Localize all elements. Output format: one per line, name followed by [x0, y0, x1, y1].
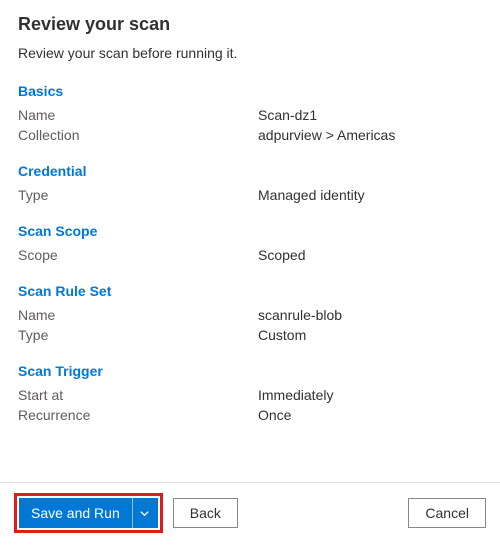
- row-trigger-start: Start at Immediately: [18, 385, 482, 405]
- label-ruleset-name: Name: [18, 307, 258, 323]
- section-heading-scope: Scan Scope: [18, 223, 482, 239]
- row-ruleset-type: Type Custom: [18, 325, 482, 345]
- label-ruleset-type: Type: [18, 327, 258, 343]
- value-trigger-start: Immediately: [258, 387, 333, 403]
- row-ruleset-name: Name scanrule-blob: [18, 305, 482, 325]
- section-heading-trigger: Scan Trigger: [18, 363, 482, 379]
- label-trigger-start: Start at: [18, 387, 258, 403]
- row-trigger-recurrence: Recurrence Once: [18, 405, 482, 425]
- section-ruleset: Scan Rule Set Name scanrule-blob Type Cu…: [18, 283, 482, 345]
- section-heading-basics: Basics: [18, 83, 482, 99]
- row-basics-collection: Collection adpurview > Americas: [18, 125, 482, 145]
- back-button[interactable]: Back: [173, 498, 238, 528]
- section-trigger: Scan Trigger Start at Immediately Recurr…: [18, 363, 482, 425]
- save-and-run-label: Save and Run: [19, 498, 132, 528]
- label-basics-collection: Collection: [18, 127, 258, 143]
- save-and-run-dropdown[interactable]: [132, 498, 158, 528]
- value-basics-collection: adpurview > Americas: [258, 127, 395, 143]
- save-and-run-button[interactable]: Save and Run: [19, 498, 158, 528]
- value-trigger-recurrence: Once: [258, 407, 291, 423]
- section-heading-credential: Credential: [18, 163, 482, 179]
- footer-bar: Save and Run Back Cancel: [0, 482, 500, 545]
- highlight-box: Save and Run: [14, 493, 163, 533]
- value-ruleset-name: scanrule-blob: [258, 307, 342, 323]
- chevron-down-icon: [139, 508, 150, 519]
- section-heading-ruleset: Scan Rule Set: [18, 283, 482, 299]
- label-scope: Scope: [18, 247, 258, 263]
- section-basics: Basics Name Scan-dz1 Collection adpurvie…: [18, 83, 482, 145]
- row-basics-name: Name Scan-dz1: [18, 105, 482, 125]
- row-scope: Scope Scoped: [18, 245, 482, 265]
- section-credential: Credential Type Managed identity: [18, 163, 482, 205]
- label-trigger-recurrence: Recurrence: [18, 407, 258, 423]
- section-scope: Scan Scope Scope Scoped: [18, 223, 482, 265]
- value-scope: Scoped: [258, 247, 305, 263]
- page-subtitle: Review your scan before running it.: [18, 45, 482, 61]
- cancel-button[interactable]: Cancel: [408, 498, 486, 528]
- label-credential-type: Type: [18, 187, 258, 203]
- row-credential-type: Type Managed identity: [18, 185, 482, 205]
- value-basics-name: Scan-dz1: [258, 107, 317, 123]
- page-title: Review your scan: [18, 14, 482, 35]
- value-credential-type: Managed identity: [258, 187, 365, 203]
- value-ruleset-type: Custom: [258, 327, 306, 343]
- label-basics-name: Name: [18, 107, 258, 123]
